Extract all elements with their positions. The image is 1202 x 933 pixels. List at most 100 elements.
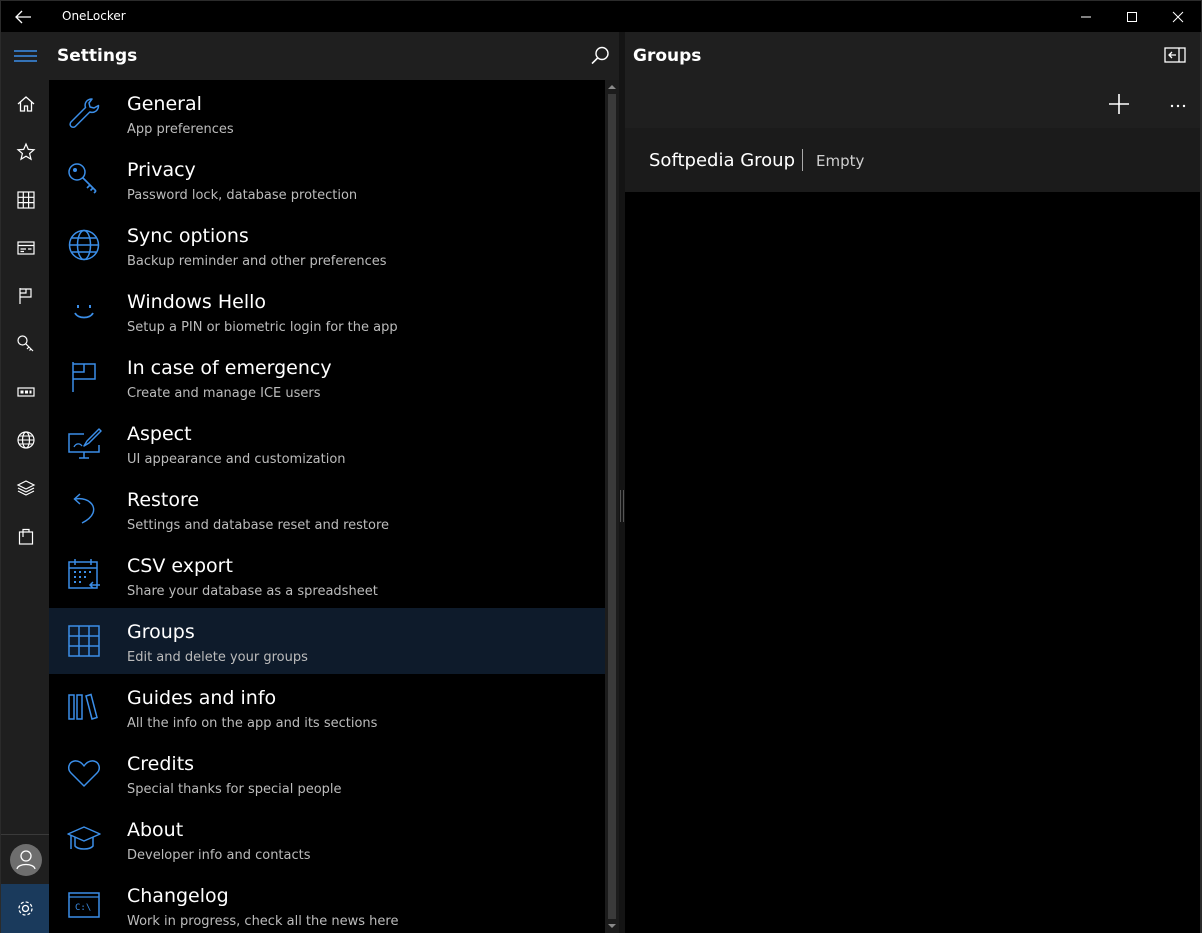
settings-item-emergency[interactable]: In case of emergency Create and manage I… [49,344,605,410]
more-options-button[interactable] [1168,92,1188,120]
title-bar: OneLocker [0,0,1202,32]
settings-item-label: About [127,819,184,841]
groups-title: Groups [633,46,702,66]
collapse-pane-button[interactable] [1164,47,1186,67]
settings-item-privacy[interactable]: Privacy Password lock, database protecti… [49,146,605,212]
settings-item-about[interactable]: About Developer info and contacts [49,806,605,872]
maximize-button[interactable] [1109,1,1155,33]
shopping-bag-icon [18,528,34,545]
library-icon [68,693,98,720]
settings-scrollbar[interactable] [605,80,619,933]
smile-icon [74,305,94,319]
rail-item-shopping[interactable] [1,512,50,560]
settings-item-subtitle: All the info on the app and its sections [127,716,378,731]
grid-icon [68,625,100,657]
globe-icon [68,229,100,261]
rail-item-favorites[interactable] [1,128,50,176]
group-separator [802,149,803,171]
scroll-down-icon[interactable] [608,921,616,931]
back-button[interactable] [11,5,39,29]
account-avatar[interactable] [10,844,42,876]
rail-item-ids[interactable] [1,368,50,416]
settings-item-guides[interactable]: Guides and info All the info on the app … [49,674,605,740]
collapse-pane-icon [1164,47,1186,63]
settings-header: Settings [49,32,619,80]
settings-item-subtitle: Developer info and contacts [127,848,311,863]
badge-icon [17,387,35,397]
rail-item-passwords[interactable] [1,320,50,368]
star-icon [16,142,36,161]
settings-item-sync-options[interactable]: Sync options Backup reminder and other p… [49,212,605,278]
settings-item-aspect[interactable]: Aspect UI appearance and customization [49,410,605,476]
back-arrow-icon [15,10,31,24]
person-icon [16,850,36,870]
hamburger-icon [14,50,37,62]
settings-item-groups[interactable]: Groups Edit and delete your groups [49,608,605,674]
settings-item-label: General [127,93,202,115]
flag-icon [19,288,32,304]
search-button[interactable] [589,45,611,71]
globe-icon [17,431,35,449]
settings-item-label: Aspect [127,423,192,445]
rail-item-layers[interactable] [1,464,50,512]
groups-header: Groups [625,32,1202,80]
settings-item-subtitle: Setup a PIN or biometric login for the a… [127,320,398,335]
scrollbar-thumb[interactable] [608,94,616,919]
layers-icon [16,480,36,496]
settings-item-subtitle: Edit and delete your groups [127,650,308,665]
plus-icon [1109,94,1129,114]
settings-item-restore[interactable]: Restore Settings and database reset and … [49,476,605,542]
home-icon [17,96,35,112]
nav-rail [0,32,50,933]
close-button[interactable] [1155,1,1201,33]
wrench-icon [69,98,100,129]
settings-item-general[interactable]: General App preferences [49,80,605,146]
splitter-grip-icon [620,490,624,522]
group-row[interactable]: Softpedia Group Empty [625,128,1200,192]
monitor-brush-icon [68,428,102,459]
key-icon [68,163,97,194]
group-name: Softpedia Group [649,150,795,171]
settings-item-label: Changelog [127,885,229,907]
settings-item-subtitle: Share your database as a spreadsheet [127,584,378,599]
settings-list: General App preferences Privacy Password… [49,80,605,933]
minimize-icon [1081,16,1091,18]
flag-icon [72,362,96,392]
settings-item-subtitle: App preferences [127,122,234,137]
maximize-icon [1127,12,1137,22]
rail-item-cards[interactable] [1,224,50,272]
app-title: OneLocker [62,9,126,23]
close-icon [1172,11,1184,23]
settings-item-subtitle: Special thanks for special people [127,782,342,797]
search-icon [591,46,609,65]
settings-item-label: In case of emergency [127,357,332,379]
rail-item-emergency[interactable] [1,272,50,320]
scroll-up-icon[interactable] [608,82,616,92]
rail-item-settings[interactable] [1,884,50,933]
gear-icon [18,901,33,916]
rail-item-web[interactable] [1,416,50,464]
minimize-button[interactable] [1063,1,1109,33]
settings-item-subtitle: Password lock, database protection [127,188,358,203]
rail-item-home[interactable] [1,80,50,128]
settings-item-subtitle: UI appearance and customization [127,452,346,467]
add-group-button[interactable] [1107,92,1131,120]
settings-item-changelog[interactable]: C:\ Changelog Work in progress, check al… [49,872,605,933]
rail-separator [1,834,50,835]
settings-item-subtitle: Create and manage ICE users [127,386,321,401]
rail-item-groups[interactable] [1,176,50,224]
heart-icon [68,760,100,787]
settings-item-credits[interactable]: Credits Special thanks for special peopl… [49,740,605,806]
groups-content-area [625,192,1200,932]
settings-item-subtitle: Backup reminder and other preferences [127,254,387,269]
grid-icon [17,191,35,209]
settings-item-label: Guides and info [127,687,277,709]
graduation-cap-icon [67,826,101,850]
hamburger-button[interactable] [1,32,50,80]
settings-item-windows-hello[interactable]: Windows Hello Setup a PIN or biometric l… [49,278,605,344]
settings-item-label: Restore [127,489,200,511]
calendar-export-icon [68,559,100,589]
settings-item-csv-export[interactable]: CSV export Share your database as a spre… [49,542,605,608]
key-icon [17,335,34,352]
settings-item-label: Credits [127,753,195,775]
